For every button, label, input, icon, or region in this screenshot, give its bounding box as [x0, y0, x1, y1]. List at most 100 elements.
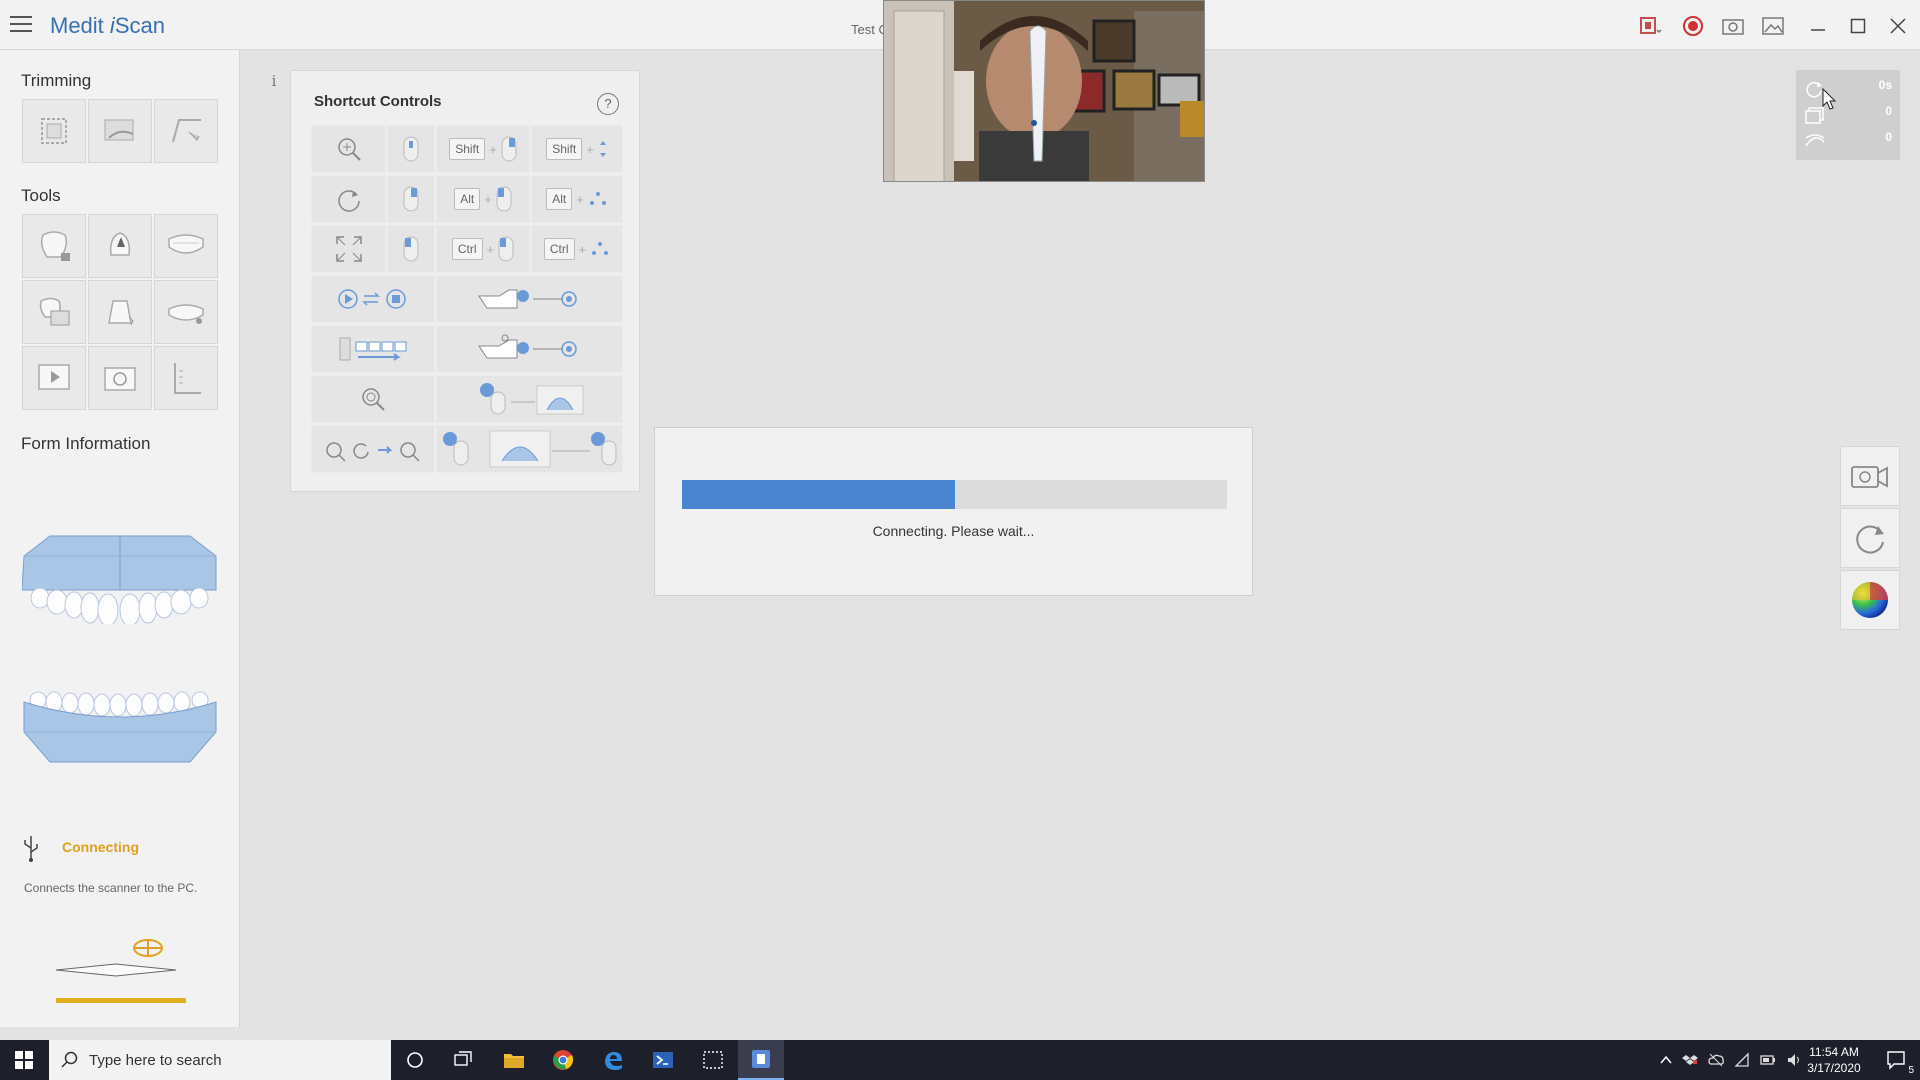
tooth-paint-icon	[109, 232, 131, 256]
scroll-arrows-icon	[599, 141, 606, 157]
zoom-rotate-sequence-icon	[311, 425, 435, 473]
ctrl-shortcut: Ctrl +	[436, 225, 530, 273]
network-icon[interactable]	[1734, 1052, 1750, 1068]
status-description: Connects the scanner to the PC.	[24, 881, 198, 895]
trim-lasso-icon	[104, 119, 134, 141]
powershell-icon[interactable]	[640, 1040, 686, 1080]
scan-rate-row: 0	[1796, 130, 1900, 150]
touchpad-icon	[592, 242, 609, 255]
trim-brush-icon	[172, 119, 201, 143]
maximize-icon[interactable]	[1844, 12, 1872, 40]
gallery-icon[interactable]	[1759, 12, 1787, 40]
mouse-right-icon	[501, 136, 517, 162]
scan-toggle-icon	[311, 275, 435, 323]
upper-jaw-image[interactable]	[22, 528, 218, 624]
info-icon[interactable]: i	[264, 72, 284, 92]
webcam-overlay	[883, 0, 1205, 182]
trim-brush-tool[interactable]	[154, 99, 218, 163]
notification-count: 5	[1908, 1065, 1914, 1076]
tray-chevron-icon[interactable]	[1660, 1055, 1672, 1065]
dropbox-icon[interactable]	[1682, 1052, 1698, 1068]
cortana-icon[interactable]	[392, 1040, 438, 1080]
tooth-list-icon	[311, 325, 435, 373]
start-button[interactable]	[0, 1040, 48, 1080]
trim-select-tool[interactable]	[22, 99, 86, 163]
compare-tool[interactable]	[22, 280, 86, 344]
mouse-wheel-icon	[387, 125, 435, 173]
menu-icon[interactable]	[10, 16, 32, 34]
abutment-icon	[108, 300, 134, 326]
shift-shortcut: Shift +	[436, 125, 530, 173]
video-camera-button[interactable]	[1840, 446, 1900, 506]
mouse-left-icon	[496, 186, 512, 212]
lower-jaw-image[interactable]	[22, 690, 218, 766]
play-tool[interactable]	[22, 346, 86, 410]
measure-tool[interactable]	[154, 346, 218, 410]
notifications-button[interactable]: 5	[1874, 1040, 1920, 1080]
usb-icon	[24, 836, 38, 862]
scanner-cable-image	[55, 939, 186, 1003]
magnify-reset-icon	[311, 375, 435, 423]
ctrl-touchpad-shortcut: Ctrl +	[531, 225, 623, 273]
taskbar: Type here to search 11:54 AM 3/17/2020 5	[0, 1040, 1920, 1080]
snapshot-icon	[104, 367, 136, 391]
tooth-lock-icon	[40, 231, 70, 261]
file-explorer-icon[interactable]	[491, 1040, 537, 1080]
play-video-icon	[38, 364, 70, 390]
task-view-icon[interactable]	[440, 1040, 486, 1080]
snapshot-tool[interactable]	[88, 346, 152, 410]
minimize-icon[interactable]	[1804, 12, 1832, 40]
system-tray	[1660, 1040, 1802, 1080]
taskbar-search[interactable]: Type here to search	[49, 1040, 391, 1080]
color-mode-button[interactable]	[1840, 570, 1900, 630]
mouse-left-icon	[387, 225, 435, 273]
tools-title: Tools	[21, 186, 61, 205]
refresh-button[interactable]	[1840, 508, 1900, 568]
snipping-tool-icon[interactable]	[690, 1040, 736, 1080]
trim-select-icon	[41, 118, 67, 144]
alt-shortcut: Alt +	[436, 175, 530, 223]
sidebar: Trimming Tools Form Information Connecti…	[0, 50, 240, 1027]
app-title: Medit iScan	[50, 13, 165, 38]
mouse-right-icon	[387, 175, 435, 223]
notification-center-icon	[1887, 1051, 1905, 1070]
trimming-title: Trimming	[21, 71, 92, 90]
pre-op-tool[interactable]	[88, 214, 152, 278]
record-icon[interactable]	[1679, 12, 1707, 40]
help-icon[interactable]: ?	[597, 93, 619, 115]
search-icon	[61, 1051, 78, 1068]
mouse-cursor-icon	[1822, 88, 1836, 110]
touchpad-icon	[589, 192, 606, 205]
bite-tool[interactable]	[154, 280, 218, 344]
lock-tooth-tool[interactable]	[22, 214, 86, 278]
shortcut-controls-panel: Shortcut Controls ? Shift + Shift + Alt + A…	[290, 70, 640, 492]
taskbar-clock[interactable]: 11:54 AM 3/17/2020	[1796, 1044, 1872, 1076]
fit-shortcut-icon	[311, 225, 386, 273]
edge-icon[interactable]	[590, 1040, 636, 1080]
screen-capture-icon[interactable]	[1637, 12, 1665, 40]
camera-icon[interactable]	[1719, 12, 1747, 40]
double-click-icon	[436, 375, 623, 423]
double-click-sequence-icon	[436, 425, 623, 473]
zoom-shortcut-icon	[311, 125, 386, 173]
onedrive-icon[interactable]	[1708, 1052, 1724, 1068]
battery-icon[interactable]	[1760, 1052, 1776, 1068]
connection-status: Connecting	[62, 839, 139, 855]
meditscan-app-icon[interactable]	[738, 1040, 784, 1080]
close-icon[interactable]	[1884, 12, 1912, 40]
trim-lasso-tool[interactable]	[88, 99, 152, 163]
mouse-left-icon	[498, 236, 514, 262]
ruler-icon	[174, 363, 201, 394]
alt-touchpad-shortcut: Alt +	[531, 175, 623, 223]
video-camera-icon	[1851, 466, 1888, 488]
webcam-image	[884, 1, 1204, 181]
scan-stats-panel: 0s 0 0	[1796, 70, 1900, 160]
form-info-title: Form Information	[21, 434, 151, 453]
windows-logo-icon	[15, 1051, 33, 1069]
abutment-tool[interactable]	[88, 280, 152, 344]
chrome-icon[interactable]	[540, 1040, 586, 1080]
scanner-button-icon	[436, 275, 623, 323]
arch-tool[interactable]	[154, 214, 218, 278]
shortcut-controls-title: Shortcut Controls	[314, 93, 442, 110]
bite-arch-icon	[168, 304, 204, 324]
